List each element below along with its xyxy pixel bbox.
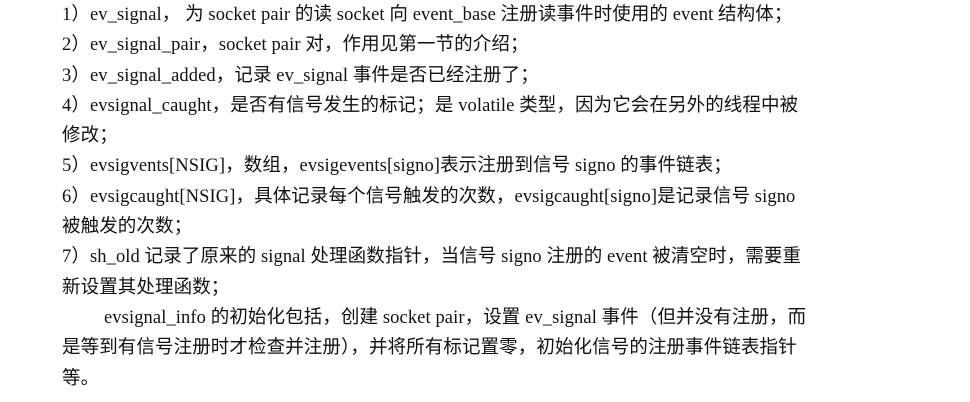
list-item-4-line-2: 修改； [62,126,118,147]
list-item-1-line-1: 1）ev_signal， 为 socket pair 的读 socket 向 e… [62,5,793,25]
list-item-6-line-1: 6）evsigcaught[NSIG]，具体记录每个信号触发的次数，evsigc… [62,186,796,207]
list-item-6-line-2: 被触发的次数； [62,217,193,238]
paragraph-line-1: evsignal_info 的初始化包括，创建 socket pair，设置 e… [104,307,807,328]
paragraph-line-3: 等。 [62,368,100,389]
document-body: 1）ev_signal， 为 socket pair 的读 socket 向 e… [62,0,912,394]
paragraph-line-2: 是等到有信号注册时才检查并注册），并将所有标记置零，初始化信号的注册事件链表指针 [62,338,797,359]
list-item-7-line-2: 新设置其处理函数； [62,277,230,298]
list-item-3-line-1: 3）ev_signal_added，记录 ev_signal 事件是否已经注册了… [62,65,539,86]
list-item-7-line-1: 7）sh_old 记录了原来的 signal 处理函数指针，当信号 signo … [62,247,802,268]
list-item-5-line-1: 5）evsigvents[NSIG]，数组，evsigevents[signo]… [62,156,732,177]
list-item-4-line-1: 4）evsignal_caught，是否有信号发生的标记；是 volatile … [62,95,799,116]
list-item-2-line-1: 2）ev_signal_pair，socket pair 对，作用见第一节的介绍… [62,35,529,56]
